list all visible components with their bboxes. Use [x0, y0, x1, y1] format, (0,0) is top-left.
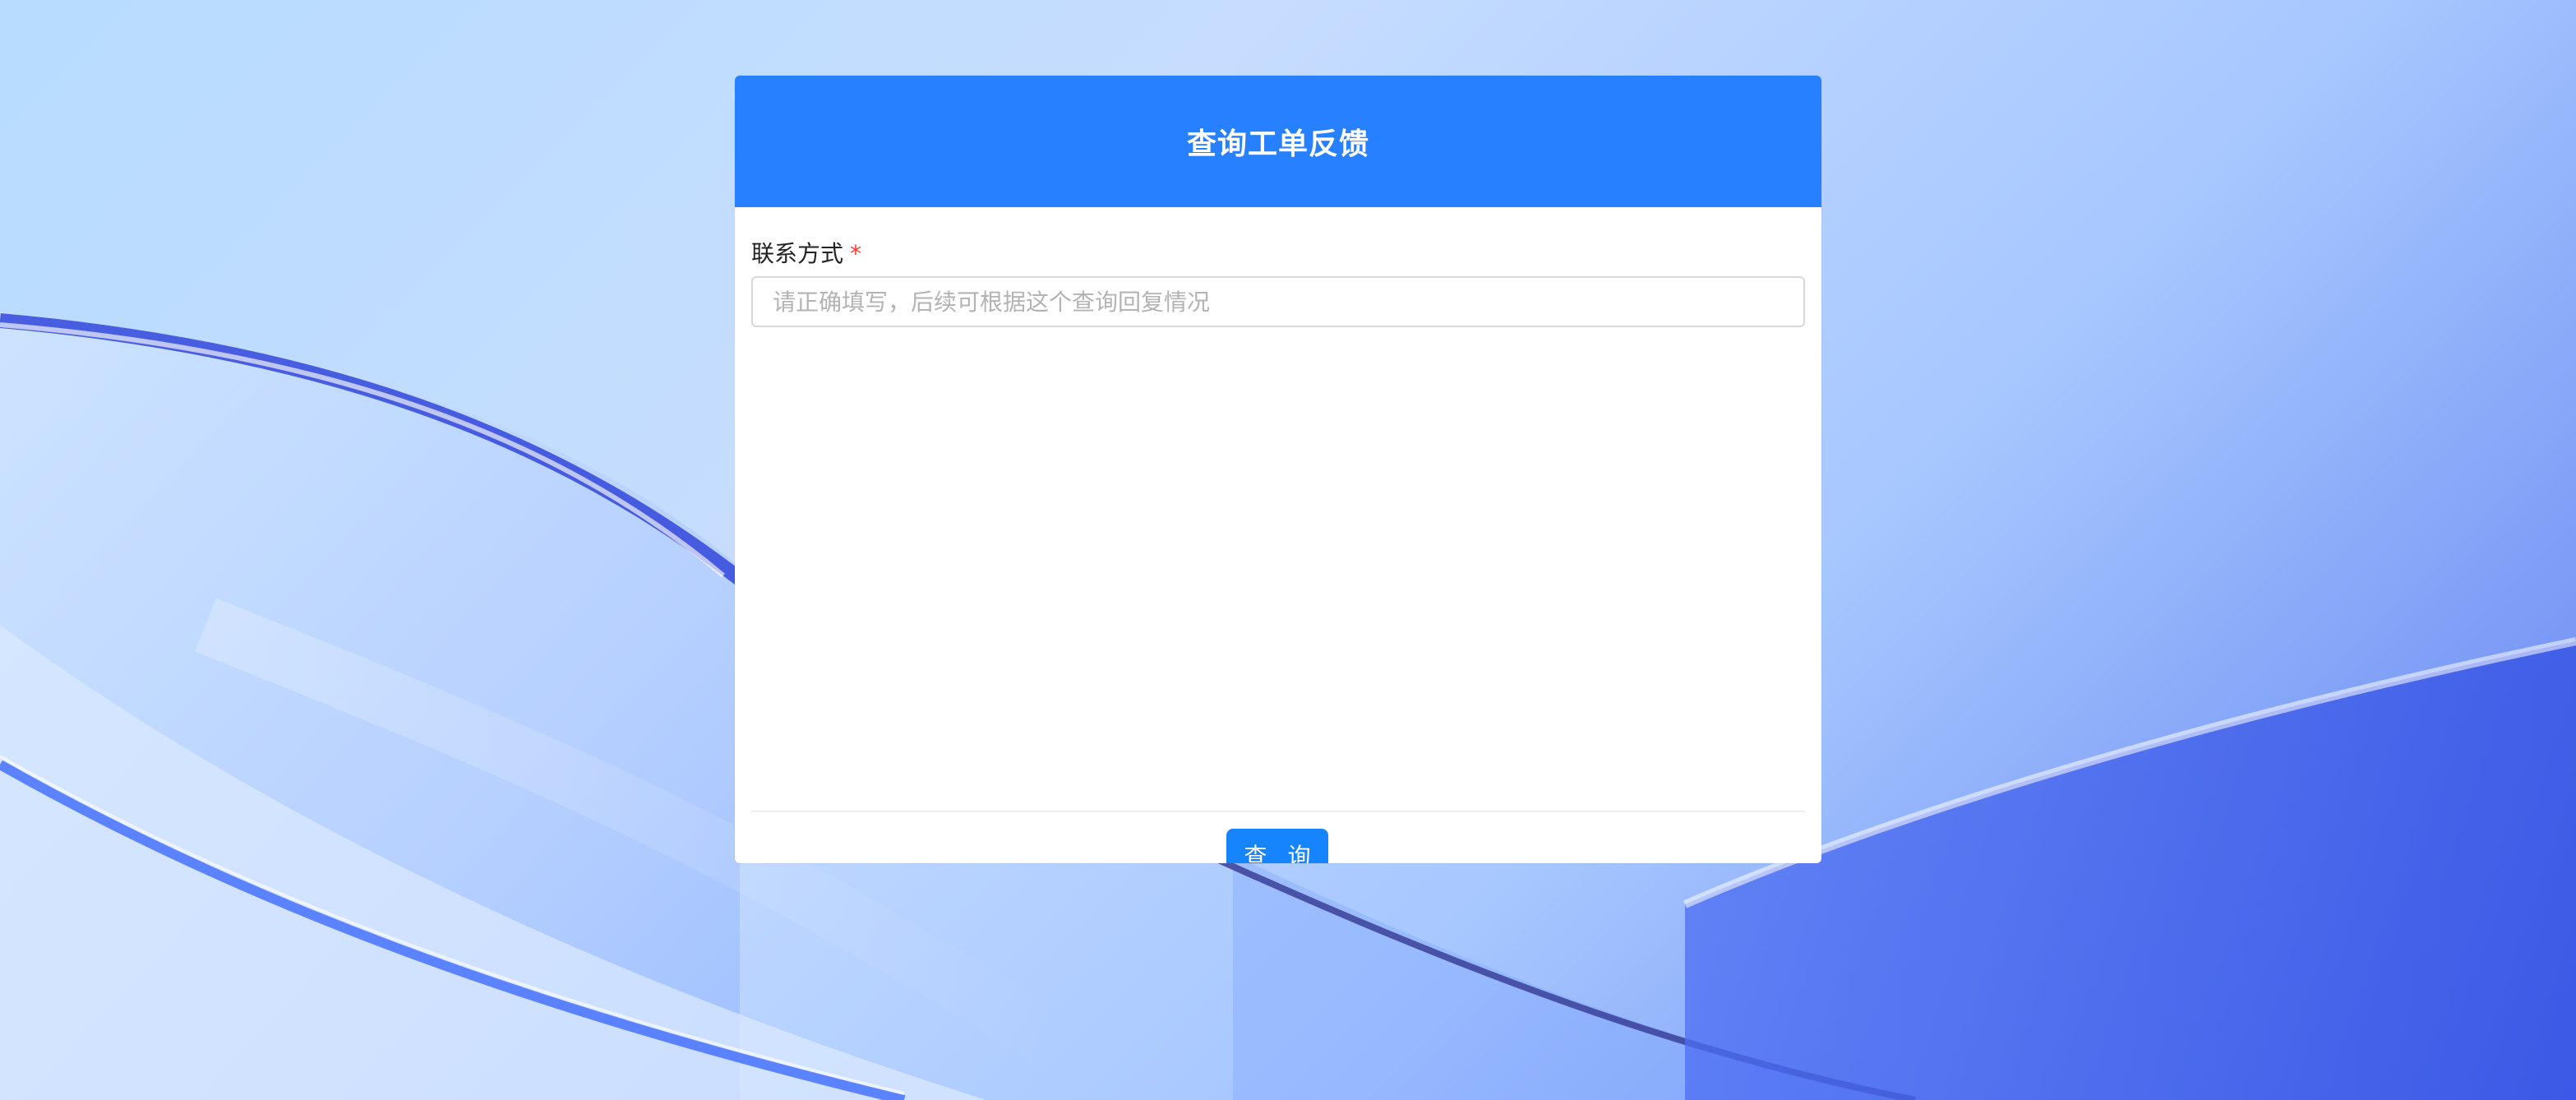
contact-label: 联系方式	[751, 240, 844, 267]
query-button[interactable]: 查 询	[1226, 829, 1328, 863]
footer-divider	[751, 811, 1805, 812]
query-card: 查询工单反馈 联系方式 * 查 询	[735, 76, 1821, 863]
card-body: 联系方式 * 查 询	[735, 240, 1821, 863]
contact-label-row: 联系方式 *	[751, 240, 1805, 268]
page-title: 查询工单反馈	[1186, 127, 1369, 161]
contact-input-wrapper	[751, 276, 1805, 327]
contact-input[interactable]	[771, 287, 1785, 317]
required-indicator: *	[850, 240, 862, 267]
card-header: 查询工单反馈	[735, 76, 1821, 207]
